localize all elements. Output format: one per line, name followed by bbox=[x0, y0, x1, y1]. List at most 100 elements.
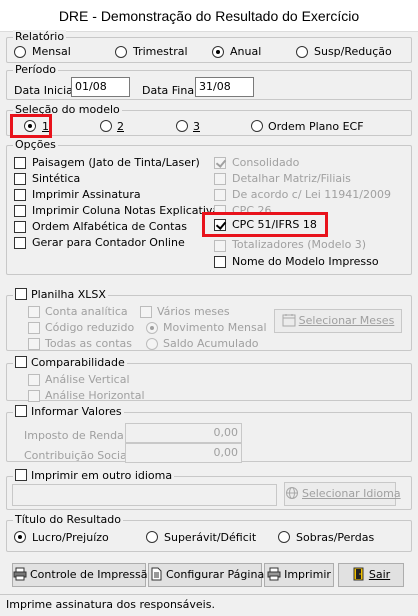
checkbox-conta-analitica-label: Conta analítica bbox=[45, 305, 128, 318]
checkbox-contador-online-label: Gerar para Contador Online bbox=[32, 236, 185, 249]
checkbox-notas-explicativas[interactable] bbox=[14, 205, 26, 217]
comparabilidade-legend-label: Comparabilidade bbox=[31, 356, 125, 369]
exit-door-icon bbox=[352, 567, 366, 589]
controle-impressao-button[interactable]: Controle de Impressão bbox=[12, 563, 154, 587]
checkbox-notas-explicativas-label: Imprimir Coluna Notas Explicativas bbox=[32, 204, 225, 217]
checkbox-totalizadores[interactable] bbox=[214, 240, 226, 252]
periodo-legend: Período bbox=[13, 63, 59, 77]
window-title: DRE - Demonstração do Resultado do Exerc… bbox=[0, 0, 418, 32]
radio-modelo-3-label: 3 bbox=[193, 120, 200, 133]
radio-susp-reducao[interactable] bbox=[296, 46, 308, 58]
radio-anual[interactable] bbox=[212, 46, 224, 58]
radio-mensal[interactable] bbox=[14, 46, 26, 58]
radio-saldo-acumulado[interactable] bbox=[146, 338, 158, 350]
sair-label: Sair bbox=[368, 568, 391, 581]
selecionar-idioma-button[interactable]: Selecionar Idioma bbox=[284, 482, 401, 508]
checkbox-outro-idioma[interactable] bbox=[15, 469, 27, 481]
imposto-renda-input[interactable]: 0,00 bbox=[125, 423, 242, 443]
idioma-input[interactable] bbox=[12, 484, 277, 506]
checkbox-todas-contas-label: Todas as contas bbox=[45, 337, 133, 350]
radio-lucro-prejuizo[interactable] bbox=[14, 531, 26, 543]
checkbox-codigo-reduzido[interactable] bbox=[28, 322, 40, 334]
checkbox-varios-meses[interactable] bbox=[140, 306, 152, 318]
radio-movimento-mensal-label: Movimento Mensal bbox=[163, 321, 267, 334]
relatorio-legend: Relatório bbox=[13, 30, 67, 44]
checkbox-contador-online[interactable] bbox=[14, 237, 26, 249]
printer-icon bbox=[267, 567, 281, 589]
checkbox-lei-11941-label: De acordo c/ Lei 11941/2009 bbox=[232, 188, 391, 201]
configurar-paginas-button[interactable]: Configurar Páginas bbox=[148, 563, 270, 589]
planilha-legend-label: Planilha XLSX bbox=[31, 288, 106, 301]
radio-superavit-deficit-label: Superávit/Déficit bbox=[164, 531, 257, 544]
checkbox-sintetica[interactable] bbox=[14, 173, 26, 185]
data-inicial-label: Data Inicial bbox=[14, 84, 76, 97]
informar-legend-label: Informar Valores bbox=[31, 405, 122, 418]
checkbox-nome-modelo-label: Nome do Modelo Impresso bbox=[232, 255, 379, 268]
imposto-renda-label: Imposto de Renda bbox=[24, 429, 124, 442]
highlight-modelo-1 bbox=[10, 114, 52, 138]
checkbox-paisagem[interactable] bbox=[14, 157, 26, 169]
radio-lucro-prejuizo-label: Lucro/Prejuízo bbox=[32, 531, 109, 544]
data-final-label: Data Final bbox=[142, 84, 198, 97]
checkbox-analise-horizontal-label: Análise Horizontal bbox=[45, 389, 145, 402]
checkbox-sintetica-label: Sintética bbox=[32, 172, 81, 185]
checkbox-conta-analitica[interactable] bbox=[28, 306, 40, 318]
opcoes-legend: Opções bbox=[13, 138, 58, 152]
titulo-legend: Título do Resultado bbox=[13, 513, 123, 527]
checkbox-imprimir-assinatura-label: Imprimir Assinatura bbox=[32, 188, 141, 201]
radio-saldo-acumulado-label: Saldo Acumulado bbox=[163, 337, 259, 350]
highlight-cpc-51 bbox=[202, 212, 328, 237]
radio-superavit-deficit[interactable] bbox=[146, 531, 158, 543]
radio-sobras-perdas-label: Sobras/Perdas bbox=[296, 531, 375, 544]
radio-trimestral-label: Trimestral bbox=[133, 45, 188, 58]
radio-modelo-3[interactable] bbox=[176, 120, 188, 132]
radio-ordem-plano-ecf[interactable] bbox=[251, 120, 263, 132]
checkbox-totalizadores-label: Totalizadores (Modelo 3) bbox=[232, 238, 367, 251]
imprimir-label: Imprimir bbox=[284, 568, 331, 581]
idioma-legend: Imprimir em outro idioma bbox=[13, 469, 175, 483]
informar-legend: Informar Valores bbox=[13, 405, 124, 419]
imprimir-button[interactable]: Imprimir bbox=[264, 563, 334, 587]
checkbox-analise-vertical-label: Análise Vertical bbox=[45, 373, 130, 386]
checkbox-analise-horizontal[interactable] bbox=[28, 390, 40, 402]
sair-button[interactable]: Sair bbox=[338, 563, 404, 587]
status-bar: Imprime assinatura dos responsáveis. bbox=[0, 594, 418, 616]
selecionar-idioma-label: Selecionar Idioma bbox=[302, 487, 401, 500]
radio-trimestral[interactable] bbox=[115, 46, 127, 58]
checkbox-planilha-xlsx[interactable] bbox=[15, 288, 27, 300]
checkbox-analise-vertical[interactable] bbox=[28, 374, 40, 386]
contribuicao-social-input[interactable]: 0,00 bbox=[125, 443, 242, 463]
checkbox-consolidado-label: Consolidado bbox=[232, 156, 300, 169]
checkbox-todas-contas[interactable] bbox=[28, 338, 40, 350]
data-final-input[interactable]: 31/08 bbox=[195, 77, 254, 97]
radio-movimento-mensal[interactable] bbox=[146, 322, 158, 334]
calendar-icon bbox=[282, 313, 296, 335]
selecionar-meses-button[interactable]: Selecionar Meses bbox=[274, 309, 402, 333]
page-setup-icon bbox=[149, 567, 163, 589]
checkbox-imprimir-assinatura[interactable] bbox=[14, 189, 26, 201]
globe-icon bbox=[285, 486, 299, 508]
checkbox-lei-11941[interactable] bbox=[214, 189, 226, 201]
checkbox-informar-valores[interactable] bbox=[15, 405, 27, 417]
radio-susp-reducao-label: Susp/Redução bbox=[314, 45, 392, 58]
checkbox-comparabilidade[interactable] bbox=[15, 356, 27, 368]
radio-modelo-2[interactable] bbox=[100, 120, 112, 132]
checkbox-detalhar-matriz[interactable] bbox=[214, 173, 226, 185]
checkbox-codigo-reduzido-label: Código reduzido bbox=[45, 321, 135, 334]
data-inicial-input[interactable]: 01/08 bbox=[71, 77, 130, 97]
radio-sobras-perdas[interactable] bbox=[278, 531, 290, 543]
radio-modelo-2-label: 2 bbox=[117, 120, 124, 133]
configurar-paginas-label: Configurar Páginas bbox=[166, 568, 270, 581]
contribuicao-social-label: Contribuição Social bbox=[24, 449, 130, 462]
checkbox-paisagem-label: Paisagem (Jato de Tinta/Laser) bbox=[32, 156, 200, 169]
checkbox-ordem-alfabetica[interactable] bbox=[14, 221, 26, 233]
checkbox-detalhar-matriz-label: Detalhar Matriz/Filiais bbox=[232, 172, 351, 185]
checkbox-nome-modelo[interactable] bbox=[214, 256, 226, 268]
checkbox-consolidado[interactable] bbox=[214, 157, 226, 169]
radio-ordem-plano-ecf-label: Ordem Plano ECF bbox=[268, 120, 364, 133]
comparabilidade-legend: Comparabilidade bbox=[13, 356, 127, 370]
checkbox-varios-meses-label: Vários meses bbox=[157, 305, 230, 318]
controle-impressao-label: Controle de Impressão bbox=[30, 568, 155, 581]
idioma-legend-label: Imprimir em outro idioma bbox=[31, 469, 173, 482]
planilha-legend: Planilha XLSX bbox=[13, 288, 108, 302]
